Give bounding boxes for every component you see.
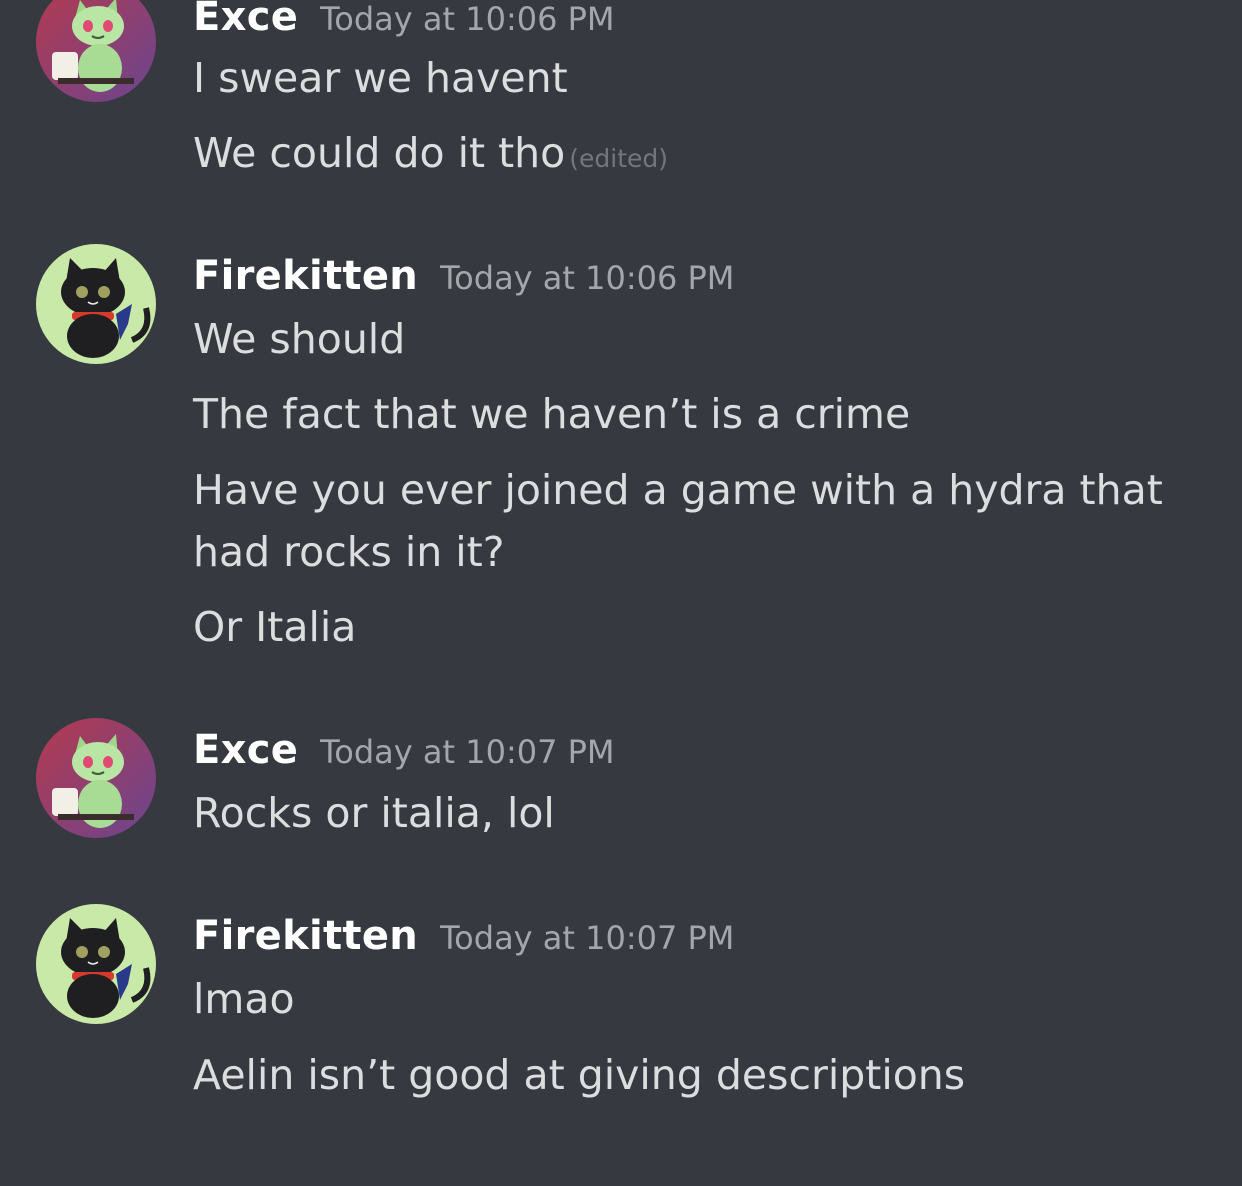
message-text: I swear we havent bbox=[193, 54, 568, 102]
sprigatito-avatar-icon bbox=[36, 718, 156, 838]
message-text: Aelin isn’t good at giving descriptions bbox=[193, 1051, 966, 1099]
username[interactable]: Firekitten bbox=[193, 913, 418, 959]
message-text: lmao bbox=[193, 975, 295, 1023]
timestamp: Today at 10:06 PM bbox=[440, 259, 735, 297]
message-text: We could do it tho (edited) bbox=[193, 122, 1223, 190]
message-content: We could do it tho bbox=[193, 129, 566, 177]
timestamp: Today at 10:07 PM bbox=[320, 733, 615, 771]
username[interactable]: Firekitten bbox=[193, 253, 418, 299]
avatar[interactable] bbox=[36, 904, 156, 1024]
black-cat-avatar-icon bbox=[36, 244, 156, 364]
sprigatito-avatar-icon bbox=[36, 0, 156, 102]
message-text: Have you ever joined a game with a hydra… bbox=[193, 466, 1163, 576]
username[interactable]: Exce bbox=[193, 0, 298, 40]
black-cat-avatar-icon bbox=[36, 904, 156, 1024]
avatar[interactable] bbox=[36, 0, 156, 102]
edited-label: (edited) bbox=[569, 144, 669, 173]
message-text: Or Italia bbox=[193, 603, 357, 651]
message-text: We should bbox=[193, 315, 406, 363]
avatar[interactable] bbox=[36, 718, 156, 838]
message-text: Rocks or italia, lol bbox=[193, 789, 555, 837]
avatar[interactable] bbox=[36, 244, 156, 364]
chat-message-list[interactable]: Exce Today at 10:06 PM I swear we havent … bbox=[0, 0, 1242, 1186]
timestamp: Today at 10:06 PM bbox=[320, 0, 615, 38]
timestamp: Today at 10:07 PM bbox=[440, 919, 735, 957]
username[interactable]: Exce bbox=[193, 727, 298, 773]
message-text: The fact that we haven’t is a crime bbox=[193, 390, 911, 438]
